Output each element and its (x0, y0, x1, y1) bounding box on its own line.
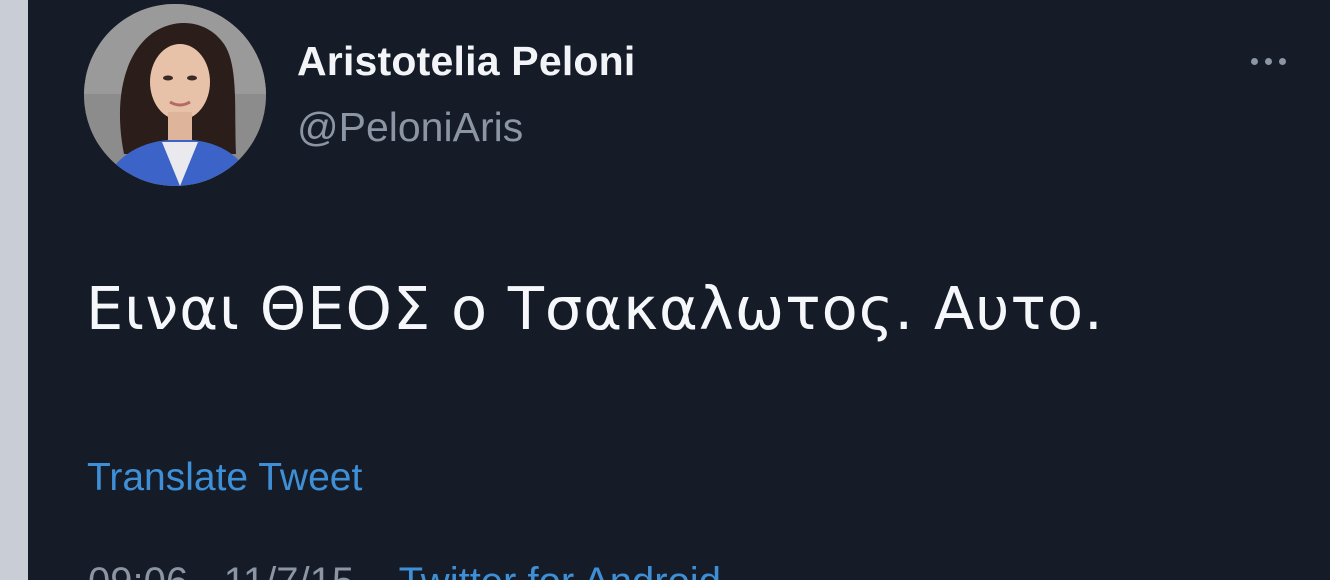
author-handle[interactable]: @PeloniAris (297, 104, 523, 151)
tweet-timestamp[interactable]: 09:06 · 11/7/15 · (88, 560, 379, 580)
author-display-name[interactable]: Aristotelia Peloni (297, 38, 636, 85)
tweet-source-link[interactable]: Twitter for Android (399, 560, 721, 580)
translate-tweet-link[interactable]: Translate Tweet (87, 456, 362, 500)
left-edge-strip (0, 0, 28, 580)
more-options-button[interactable] (1236, 44, 1300, 78)
tweet-meta-row: 09:06 · 11/7/15 · Twitter for Android (88, 560, 721, 580)
screenshot-page: Aristotelia Peloni @PeloniAris Ειναι ΘΕΟ… (0, 0, 1330, 580)
author-avatar[interactable] (84, 4, 266, 186)
more-options-icon-dot (1264, 57, 1272, 65)
avatar-photo-icon (84, 4, 266, 186)
more-options-icon-dot (1278, 57, 1286, 65)
more-options-icon (1250, 57, 1258, 65)
tweet-text: Ειναι ΘΕΟΣ ο Τσακαλωτος. Αυτο. (86, 274, 1104, 343)
